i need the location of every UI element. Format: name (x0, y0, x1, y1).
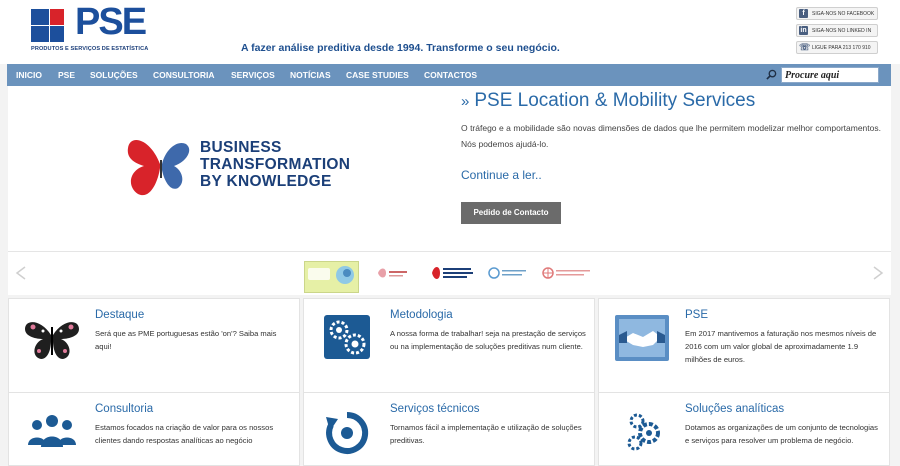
butterfly-icon (25, 322, 79, 359)
card-title: PSE (685, 309, 709, 321)
hero-slider: BUSINESS TRANSFORMATION BY KNOWLEDGE » PSE … (8, 86, 891, 251)
handshake-icon (615, 315, 669, 361)
header: PSE PRODUTOS E SERVIÇOS DE ESTATÍSTICA A… (0, 0, 900, 64)
search-input[interactable] (781, 67, 879, 83)
slide-thumbnails (8, 251, 891, 295)
card-solucoes-analiticas[interactable]: Soluções analíticas Dotamos as organizaç… (598, 392, 890, 466)
card-servicos-tecnicos[interactable]: Serviços técnicos Tornamos fácil a imple… (303, 392, 595, 466)
nav-item-case-studies[interactable]: CASE STUDIES (346, 64, 409, 86)
card-destaque[interactable]: Destaque Será que as PME portuguesas est… (8, 298, 300, 393)
gears-icon (324, 315, 370, 359)
phone-button[interactable]: ☏ LIGUE PARA 213 170 910 (796, 41, 878, 54)
hero-body: O tráfego e a mobilidade são novas dimen… (461, 123, 881, 149)
linkedin-button[interactable]: in SIGA-NOS NO LINKED IN (796, 24, 878, 37)
linkedin-label: SIGA-NOS NO LINKED IN (812, 27, 872, 34)
card-pse[interactable]: PSE Em 2017 mantivemos a faturação nos m… (598, 298, 890, 393)
logo-subtitle: PRODUTOS E SERVIÇOS DE ESTATÍSTICA (31, 46, 149, 52)
logo-squares-icon (31, 7, 71, 43)
card-metodologia[interactable]: Metodologia A nossa forma de trabalhar! … (303, 298, 595, 393)
contact-request-button[interactable]: Pedido de Contacto (461, 202, 561, 224)
tagline: A fazer análise preditiva desde 1994. Tr… (241, 42, 560, 54)
prev-slide-icon[interactable] (15, 266, 27, 280)
nav-item-consultoria[interactable]: CONSULTORIA (153, 64, 215, 86)
page: PSE PRODUTOS E SERVIÇOS DE ESTATÍSTICA A… (0, 0, 900, 466)
card-title: Metodologia (390, 309, 453, 321)
thumbnail-4[interactable] (488, 263, 528, 283)
nav-item-inicio[interactable]: INICIO (16, 64, 42, 86)
card-text: Estamos focados na criação de valor para… (95, 423, 274, 445)
search-icon[interactable] (766, 69, 777, 80)
card-text: Dotamos as organizações de um conjunto d… (685, 423, 878, 445)
nav-item-solucoes[interactable]: SOLUÇÕES (90, 64, 138, 86)
thumbnail-5[interactable] (541, 263, 593, 283)
card-title: Destaque (95, 309, 145, 321)
facebook-icon: f (799, 9, 808, 18)
nav-item-noticias[interactable]: NOTÍCIAS (290, 64, 331, 86)
card-title: Serviços técnicos (390, 403, 480, 415)
card-text: Em 2017 mantivemos a faturação nos mesmo… (685, 329, 877, 364)
logo-wordmark: PSE (75, 1, 147, 43)
cycle-icon (326, 411, 369, 454)
thumbnail-3[interactable] (428, 263, 476, 283)
business-transformation-text: BUSINESS TRANSFORMATION BY KNOWLEDGE (200, 139, 351, 190)
main-nav: INICIO PSE SOLUÇÕES CONSULTORIA SERVIÇOS… (7, 64, 891, 86)
people-icon (28, 415, 76, 447)
title-arrow: » (461, 93, 470, 110)
card-title: Soluções analíticas (685, 403, 785, 415)
next-slide-icon[interactable] (872, 266, 884, 280)
business-transformation-logo: BUSINESS TRANSFORMATION BY KNOWLEDGE (120, 134, 350, 204)
card-text: Tornamos fácil a implementação e utiliza… (390, 423, 582, 445)
continue-reading-link[interactable]: Continue a ler.. (461, 168, 542, 182)
nav-item-pse[interactable]: PSE (58, 64, 75, 86)
nav-item-contactos[interactable]: CONTACTOS (424, 64, 477, 86)
phone-label: LIGUE PARA 213 170 910 (812, 44, 871, 51)
hero-title-text: PSE Location & Mobility Services (474, 90, 756, 111)
card-consultoria[interactable]: Consultoria Estamos focados na criação d… (8, 392, 300, 466)
hero-title[interactable]: » PSE Location & Mobility Services (461, 90, 755, 112)
facebook-button[interactable]: f SIGA-NOS NO FACEBOOK (796, 7, 878, 20)
thumbnail-2[interactable] (374, 263, 410, 283)
nav-item-servicos[interactable]: SERVIÇOS (231, 64, 275, 86)
thumbnail-1[interactable] (304, 261, 359, 293)
cogs-icon (627, 413, 660, 451)
pse-logo[interactable]: PSE PRODUTOS E SERVIÇOS DE ESTATÍSTICA (31, 1, 148, 53)
card-text: Será que as PME portuguesas estão 'on'? … (95, 329, 277, 351)
card-title: Consultoria (95, 403, 154, 415)
card-text: A nossa forma de trabalhar! seja na pres… (390, 329, 586, 351)
butterfly-logo-icon (127, 140, 190, 196)
facebook-label: SIGA-NOS NO FACEBOOK (812, 10, 875, 17)
phone-icon: ☏ (799, 42, 811, 52)
linkedin-icon: in (799, 26, 808, 35)
feature-grid: Destaque Será que as PME portuguesas est… (8, 298, 891, 466)
